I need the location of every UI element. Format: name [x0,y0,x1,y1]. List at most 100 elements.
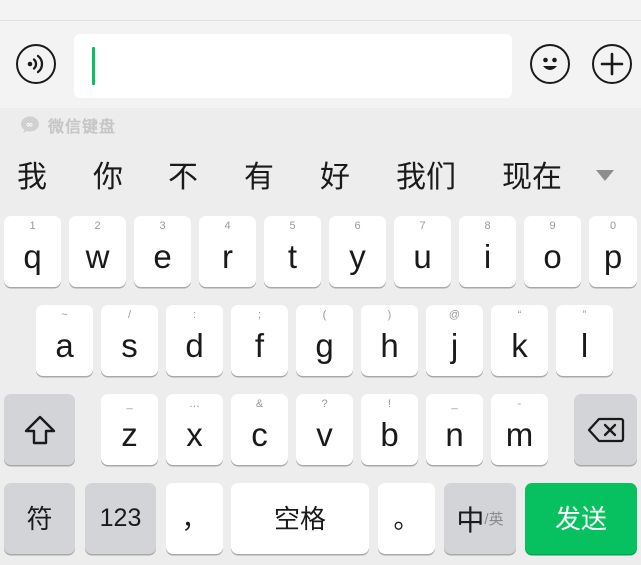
key-label: y [349,238,366,275]
key-u[interactable]: 7u [394,216,451,287]
candidate-item[interactable]: 现在 [502,150,562,205]
key-hint: ; [257,309,262,321]
symbols-key-label: 符 [26,503,53,534]
more-functions-button[interactable] [592,44,632,84]
key-label: x [186,416,203,453]
key-label: c [251,416,268,453]
period-key[interactable]: 。 [378,483,435,554]
key-hint: 5 [289,220,296,232]
message-input[interactable] [74,34,512,98]
key-label: z [121,416,138,453]
comma-key[interactable]: ， [166,483,223,554]
key-a[interactable]: ~ a [36,305,93,376]
key-c[interactable]: & c [231,394,288,465]
candidate-item[interactable]: 我 [17,150,47,205]
candidate-item[interactable]: 好 [320,150,350,205]
candidate-item[interactable]: 我们 [396,150,456,205]
key-hint: 7 [419,220,426,232]
key-label: j [450,327,459,364]
key-l[interactable]: ” l [556,305,613,376]
chat-bubble-icon: ∞ [21,116,39,133]
key-b[interactable]: ! b [361,394,418,465]
key-hint: … [189,398,200,410]
key-label: h [380,327,399,364]
period-key-label: 。 [393,503,420,534]
key-label: m [505,416,534,453]
plus-icon [600,52,624,76]
key-label: q [23,238,42,275]
comma-key-label: ， [181,503,208,534]
key-z[interactable]: _ z [101,394,158,465]
key-label: w [85,238,110,275]
language-switch-sub: /英 [484,511,504,528]
input-toolbar [0,0,641,108]
key-hint: 3 [159,220,166,232]
key-y[interactable]: 6y [329,216,386,287]
symbols-key[interactable]: 符 [4,483,75,554]
key-hint: 4 [224,220,231,232]
key-w[interactable]: 2w [69,216,126,287]
key-hint: : [192,309,197,321]
key-hint: & [255,398,264,410]
key-g[interactable]: (g [296,305,353,376]
key-m[interactable]: -m [491,394,548,465]
language-switch-key[interactable]: 中/英 [444,483,516,554]
key-label: o [543,238,562,275]
svg-text:∞: ∞ [26,121,35,131]
voice-input-button[interactable] [16,44,56,84]
key-label: r [222,238,233,275]
key-hint: @ [448,309,461,321]
key-e[interactable]: 3e [134,216,191,287]
key-s[interactable]: / s [101,305,158,376]
key-f[interactable]: ; f [231,305,288,376]
expand-candidates-icon[interactable] [596,170,614,181]
key-hint: 9 [549,220,556,232]
key-label: u [413,238,432,275]
key-hint: ” [582,309,587,321]
key-label: b [380,416,399,453]
candidate-item[interactable]: 有 [244,150,274,205]
shift-icon [24,415,55,444]
backspace-key[interactable] [574,394,637,465]
key-label: t [287,238,298,275]
key-hint: ~ [61,309,68,321]
send-button-label: 发送 [554,503,607,534]
key-d[interactable]: :d [166,305,223,376]
key-hint: 6 [354,220,361,232]
key-hint: 0 [609,220,617,232]
key-label: d [185,327,204,364]
shift-key[interactable] [4,394,75,465]
key-t[interactable]: 5t [264,216,321,287]
key-label: f [254,327,265,364]
key-label: s [121,327,138,364]
emoji-button[interactable] [530,44,570,84]
key-i[interactable]: 8i [459,216,516,287]
candidate-item[interactable]: 你 [93,150,123,205]
key-hint: ) [387,309,392,321]
key-label: a [55,327,74,364]
backspace-icon [587,417,624,442]
key-n[interactable]: _ n [426,394,483,465]
numbers-key-label: 123 [99,504,142,532]
key-k[interactable]: “k [491,305,548,376]
candidate-item[interactable]: 不 [168,150,198,205]
key-label: n [445,416,464,453]
key-hint: ! [387,398,392,410]
key-label: g [315,327,334,364]
key-q[interactable]: 1q [4,216,61,287]
numbers-key[interactable]: 123 [85,483,156,554]
space-key[interactable]: 空格 [231,483,369,554]
key-v[interactable]: ? v [296,394,353,465]
key-x[interactable]: … x [166,394,223,465]
key-hint: _ [451,398,458,410]
key-r[interactable]: 4r [199,216,256,287]
send-button[interactable]: 发送 [525,483,637,554]
key-hint: 2 [94,220,101,232]
key-h[interactable]: ) h [361,305,418,376]
key-o[interactable]: 9o [524,216,581,287]
space-key-label: 空格 [273,503,326,534]
emoji-icon [543,57,557,70]
key-label: e [153,238,172,275]
key-p[interactable]: 0p [589,216,637,287]
key-j[interactable]: @ j [426,305,483,376]
